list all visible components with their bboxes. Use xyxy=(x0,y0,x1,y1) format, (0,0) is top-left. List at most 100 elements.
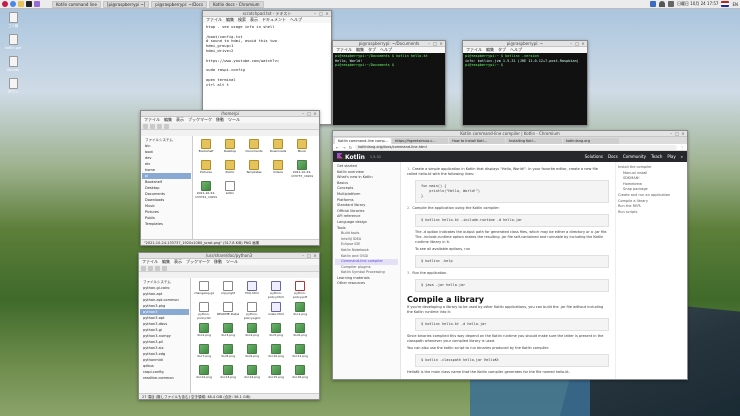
file-item[interactable]: Pictures xyxy=(195,159,217,179)
editor-text-area[interactable]: htop - see usage info in shell /boot/con… xyxy=(203,23,331,89)
file-item[interactable]: index.html xyxy=(265,301,287,321)
code-block[interactable]: $ kotlinc -help xyxy=(415,255,609,268)
maximize-icon[interactable]: □ xyxy=(307,254,311,258)
clock[interactable]: 日曜日 10月 24 17:57 xyxy=(677,1,719,7)
docs-nav-item[interactable]: Other resources xyxy=(335,281,398,287)
menu-item[interactable]: ヘルプ xyxy=(290,17,302,23)
up-icon[interactable] xyxy=(157,123,162,129)
text-editor-titlebar[interactable]: scratchpad.txt - テキスト – □ × xyxy=(203,11,331,17)
menu-item[interactable]: ヘルプ xyxy=(380,47,392,53)
volume-icon[interactable] xyxy=(667,1,674,7)
terminal-output[interactable]: pi@raspberrypi:~/Documents $ kotlin hell… xyxy=(333,53,445,125)
menu-item[interactable]: 移動 xyxy=(214,259,222,265)
taskbar-task[interactable]: Kotlin docs - Chromium xyxy=(209,0,264,8)
minimize-icon[interactable]: – xyxy=(569,42,573,46)
site-nav-link[interactable]: Play xyxy=(667,154,675,159)
file-item[interactable]: Documents xyxy=(243,138,265,158)
file-item[interactable]: changelog.gz xyxy=(193,280,215,300)
folder-icon[interactable] xyxy=(18,1,24,7)
taskbar-task[interactable]: Kotlin command line xyxy=(52,0,101,8)
menu-item[interactable]: ファイル xyxy=(144,117,160,123)
code-block[interactable]: fun main() { println("Hello, World!") } xyxy=(415,180,609,203)
home-icon[interactable] xyxy=(164,123,169,129)
maximize-icon[interactable]: □ xyxy=(675,132,679,136)
menu-item[interactable]: 編集 xyxy=(356,47,364,53)
terminal-window-home[interactable]: pi@raspberrypi: ~ – □ × ファイル 編集 タブ ヘルプ pi@rasp… xyxy=(462,40,588,126)
menu-item[interactable]: ツール xyxy=(228,117,240,123)
menu-item[interactable]: 編集 xyxy=(162,259,170,265)
desktop-icon[interactable]: kotlin.pdf xyxy=(5,34,21,50)
file-item[interactable]: Music xyxy=(291,138,313,158)
file-item[interactable]: kotlin xyxy=(219,180,241,200)
minimize-icon[interactable]: – xyxy=(301,112,305,116)
search-icon[interactable]: ⌕ xyxy=(681,154,683,159)
file-item[interactable]: python-policy.txt xyxy=(193,301,215,321)
file-item[interactable]: FAQ.html xyxy=(241,280,263,300)
version-label[interactable]: 1.5.31 xyxy=(370,155,381,159)
menu-item[interactable]: ツール xyxy=(226,259,238,265)
file-item[interactable]: doc7.png xyxy=(193,343,215,363)
wifi-icon[interactable] xyxy=(658,1,665,7)
file-item[interactable]: doc11.png xyxy=(289,343,311,363)
file-item[interactable]: Public xyxy=(219,159,241,179)
browser-titlebar[interactable]: Kotlin command-line compiler | Kotlin - … xyxy=(333,131,687,137)
close-icon[interactable]: × xyxy=(439,42,443,46)
keyboard-layout[interactable]: EN xyxy=(732,2,738,7)
menu-item[interactable]: 編集 xyxy=(226,17,234,23)
file-item[interactable]: doc10.png xyxy=(265,343,287,363)
menu-item[interactable]: ドキュメント xyxy=(262,17,286,23)
menu-icon[interactable]: ⋮ xyxy=(680,145,684,150)
menu-item[interactable]: ファイル xyxy=(466,47,482,53)
file-item[interactable]: doc4.png xyxy=(241,322,263,342)
desktop-icon[interactable]: ゴミ箱 xyxy=(5,12,21,29)
file-item[interactable]: doc16.png xyxy=(289,364,311,384)
terminal-window-documents[interactable]: pi@raspberrypi: ~/Documents – □ × ファイル 編集 タブヘ… xyxy=(332,40,446,126)
forward-icon[interactable] xyxy=(148,265,153,271)
file-item[interactable]: doc5.png xyxy=(265,322,287,342)
file-item[interactable]: README.Debian xyxy=(217,301,239,321)
minimize-icon[interactable]: – xyxy=(313,12,317,16)
back-icon[interactable] xyxy=(141,265,146,271)
file-item[interactable]: python-policy.html xyxy=(265,280,287,300)
terminal-titlebar[interactable]: pi@raspberrypi: ~/Documents – □ × xyxy=(333,41,445,47)
home-icon[interactable] xyxy=(162,265,167,271)
desktop-icon[interactable]: Ubuntu xyxy=(5,56,21,72)
menu-item[interactable]: 表示 xyxy=(174,259,182,265)
desktop-icon[interactable]: ダウン xyxy=(5,78,21,95)
code-block[interactable]: $ kotlinc hello.kt -include-runtime -d h… xyxy=(415,214,609,227)
reload-icon[interactable]: ↻ xyxy=(349,145,352,150)
menu-item[interactable]: タブ xyxy=(498,47,506,53)
minimize-icon[interactable]: – xyxy=(301,254,305,258)
file-item[interactable]: python-policy.pdf xyxy=(289,280,311,300)
text-editor-window[interactable]: scratchpad.txt - テキスト – □ × ファイル 編集 検索 表示 ドキュメン… xyxy=(202,10,332,125)
file-item[interactable]: doc9.png xyxy=(241,343,263,363)
menu-item[interactable]: 編集 xyxy=(486,47,494,53)
menu-item[interactable]: タブ xyxy=(368,47,376,53)
taskbar-task[interactable]: pi@raspberrypi: ~/Docs xyxy=(151,0,208,8)
file-item[interactable]: doc14.png xyxy=(241,364,263,384)
file-item[interactable]: Bookshelf xyxy=(195,138,217,158)
menu-item[interactable]: 表示 xyxy=(250,17,258,23)
directory-item[interactable]: Templates xyxy=(142,221,191,227)
maximize-icon[interactable]: □ xyxy=(575,42,579,46)
menu-item[interactable]: ファイル xyxy=(336,47,352,53)
close-icon[interactable]: × xyxy=(581,42,585,46)
minimize-icon[interactable]: – xyxy=(669,132,673,136)
close-icon[interactable]: × xyxy=(313,112,317,116)
file-item[interactable]: Videos xyxy=(267,159,289,179)
file-item[interactable]: copyright xyxy=(217,280,239,300)
menu-item[interactable]: 移動 xyxy=(216,117,224,123)
terminal-output[interactable]: pi@raspberrypi:~ $ kotlinc -version info:… xyxy=(463,53,587,125)
menu-item[interactable]: ヘルプ xyxy=(510,47,522,53)
forward-icon[interactable]: → xyxy=(342,145,345,150)
url-input[interactable]: kotlinlang.org/docs/command-line.html xyxy=(355,144,677,150)
file-item[interactable]: doc3.png xyxy=(217,322,239,342)
browser-tab[interactable]: kotlinlang.org xyxy=(563,138,619,144)
browser-tab[interactable]: Installing Kotl... xyxy=(506,138,562,144)
directory-tree[interactable]: ファイルシステム bin boot dev etc home pi Bookshelf Desk… xyxy=(141,136,193,239)
browser-icon[interactable] xyxy=(10,1,16,7)
maximize-icon[interactable]: □ xyxy=(319,12,323,16)
menu-item[interactable]: 編集 xyxy=(164,117,172,123)
maximize-icon[interactable]: □ xyxy=(307,112,311,116)
browser-tab[interactable]: How to Install Kotl... xyxy=(449,138,505,144)
